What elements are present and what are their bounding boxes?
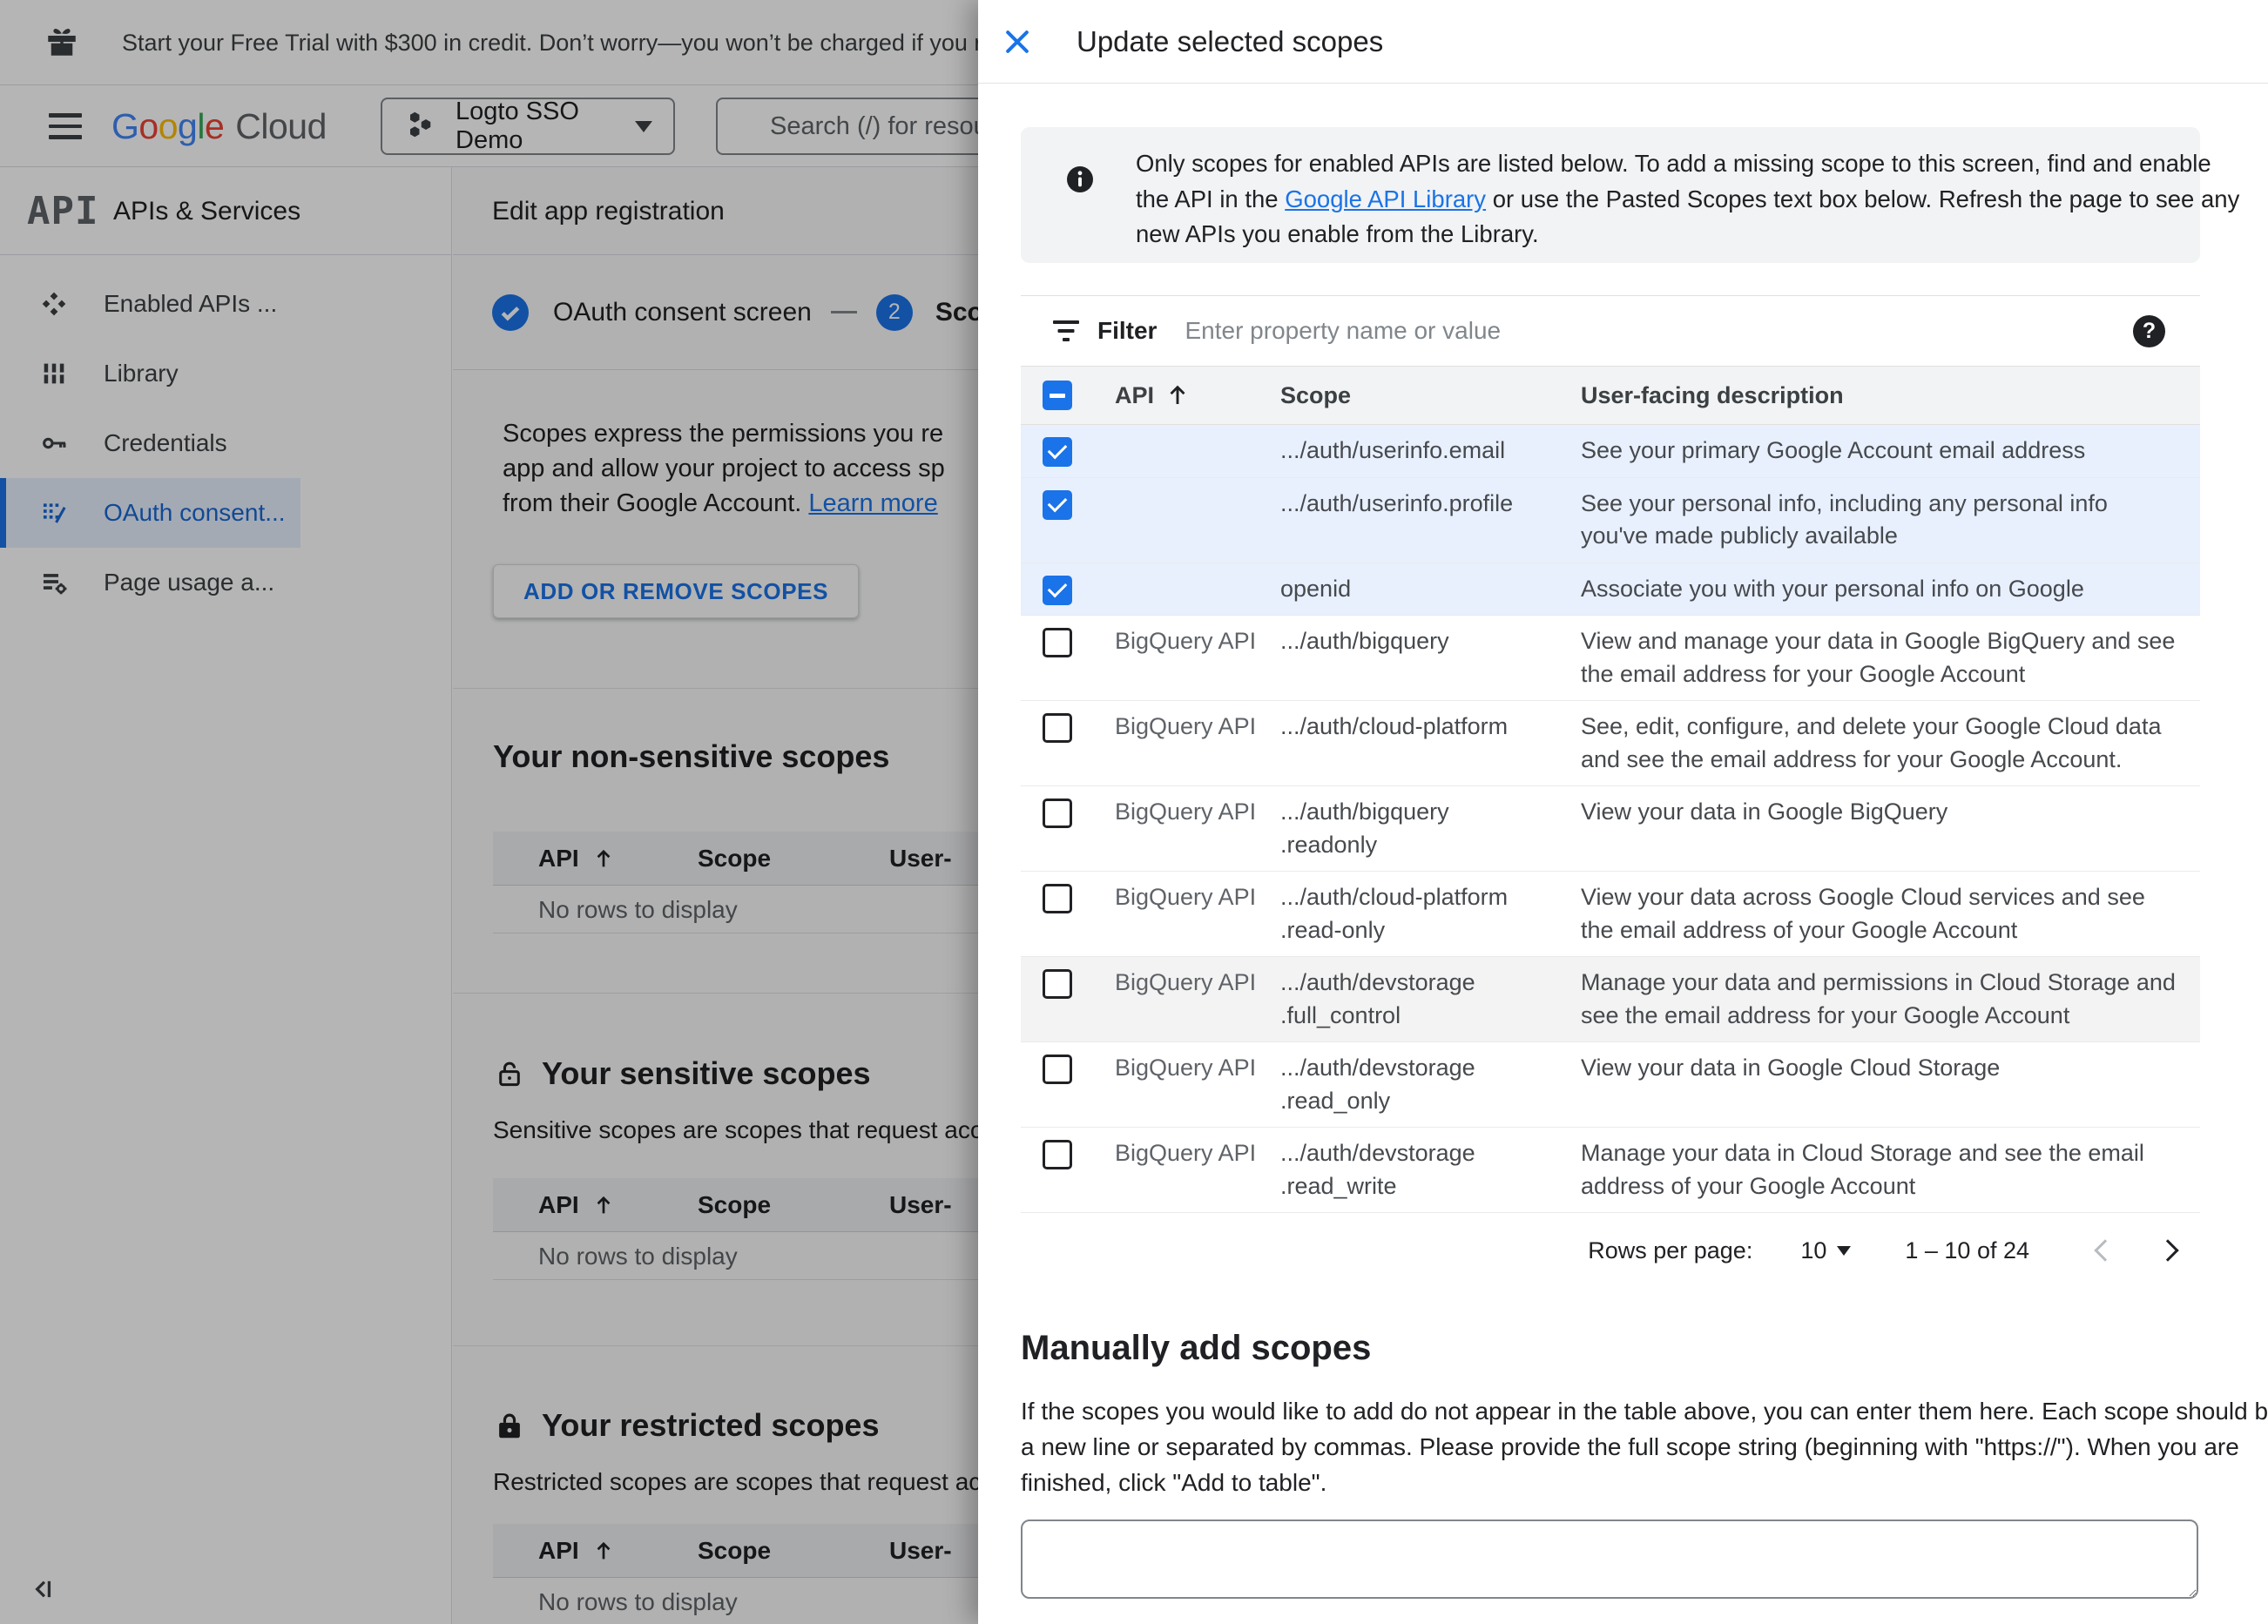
next-page-icon[interactable] <box>2150 1231 2188 1270</box>
scope-table-row: BigQuery API .../auth/cloud-platform .read… <box>1021 872 2200 957</box>
scope-row-scope: .../auth/bigquery <box>1280 628 1449 654</box>
scope-row-checkbox[interactable] <box>1043 489 1072 520</box>
scope-row-checkbox[interactable] <box>1043 628 1072 657</box>
info-banner: Only scopes for enabled APIs are listed … <box>1021 127 2239 263</box>
scope-row-api: BigQuery API <box>1115 1140 1257 1166</box>
scope-row-description: View your data in Google Cloud Storage <box>1581 1055 2001 1081</box>
scope-table-row: BigQuery API .../auth/devstorage .full_con… <box>1021 957 2200 1042</box>
scope-row-api: BigQuery API <box>1115 713 1257 739</box>
scope-row-description: Associate you with your personal info on… <box>1581 575 2084 602</box>
column-scope: Scope <box>1280 381 1352 408</box>
scope-row-checkbox[interactable] <box>1043 575 1072 605</box>
scope-row-scope: .../auth/cloud-platform .read-only <box>1280 884 1509 943</box>
scope-table-row: BigQuery API .../auth/bigquery View and ma… <box>1021 616 2200 701</box>
scope-row-description: View and manage your data in Google BigQ… <box>1581 628 2176 687</box>
scope-row-api: BigQuery API <box>1115 799 1257 825</box>
scope-row-scope: .../auth/cloud-platform <box>1280 713 1509 739</box>
panel-header: Update selected scopes <box>978 0 2268 84</box>
scope-table-row: .../auth/userinfo.profile See your person… <box>1021 477 2200 563</box>
scopes-table: API Scope User-facing description .../au… <box>1021 366 2200 1213</box>
manually-add-scopes-heading: Manually add scopes <box>1021 1329 1372 1367</box>
scope-row-api <box>1115 488 1280 553</box>
scope-row-description: Manage your data in Cloud Storage and se… <box>1581 1140 2144 1199</box>
scope-row-api: BigQuery API <box>1115 1055 1257 1081</box>
scope-row-description: View your data in Google BigQuery <box>1581 799 1948 825</box>
pagination: Rows per page: 10 1 – 10 of 24 <box>1021 1216 2200 1285</box>
scopes-table-header: API Scope User-facing description <box>1021 366 2200 425</box>
previous-page-icon[interactable] <box>2083 1231 2122 1270</box>
scope-table-row: BigQuery API .../auth/cloud-platform See, … <box>1021 701 2200 786</box>
scope-row-api: BigQuery API <box>1115 969 1257 995</box>
scope-row-checkbox[interactable] <box>1043 799 1072 828</box>
panel-title: Update selected scopes <box>1077 25 1384 57</box>
scope-row-checkbox[interactable] <box>1043 437 1072 467</box>
dropdown-arrow-icon <box>1837 1245 1852 1256</box>
scope-row-checkbox[interactable] <box>1043 969 1072 999</box>
scope-row-scope: .../auth/bigquery .readonly <box>1280 799 1449 858</box>
column-user-facing-description: User-facing description <box>1581 381 1844 408</box>
scope-table-row: openid Associate you with your personal i… <box>1021 563 2200 616</box>
google-api-library-link[interactable]: Google API Library <box>1285 185 1486 212</box>
filter-bar: Filter <box>1021 295 2200 366</box>
pagination-range: 1 – 10 of 24 <box>1905 1237 2029 1263</box>
manual-scopes-textarea[interactable] <box>1021 1520 2198 1599</box>
scope-row-description: See, edit, configure, and delete your Go… <box>1581 713 2162 772</box>
select-all-checkbox[interactable] <box>1043 381 1072 410</box>
scopes-table-body: .../auth/userinfo.email See your primary … <box>1021 425 2200 1213</box>
filter-input[interactable] <box>1185 317 2133 345</box>
rows-per-page-label: Rows per page: <box>1588 1237 1753 1263</box>
help-icon[interactable] <box>2133 314 2165 347</box>
scope-row-api: BigQuery API <box>1115 628 1257 654</box>
scope-row-api <box>1115 435 1280 468</box>
scope-table-row: BigQuery API .../auth/bigquery .readonly Vi… <box>1021 786 2200 872</box>
filter-label: Filter <box>1097 317 1158 344</box>
scope-row-scope: .../auth/devstorage .read_write <box>1280 1140 1475 1199</box>
scope-table-row: .../auth/userinfo.email See your primary … <box>1021 425 2200 478</box>
scope-row-description: View your data across Google Cloud servi… <box>1581 884 2145 943</box>
modal-overlay[interactable] <box>0 0 978 1624</box>
scope-row-checkbox[interactable] <box>1043 1140 1072 1169</box>
scope-row-description: Manage your data and permissions in Clou… <box>1581 969 2176 1028</box>
scope-row-api: BigQuery API <box>1115 884 1257 910</box>
scope-row-scope: .../auth/userinfo.email <box>1280 437 1506 463</box>
filter-icon <box>1052 320 1080 342</box>
scope-row-scope: .../auth/devstorage .read_only <box>1280 1055 1475 1114</box>
info-text: Only scopes for enabled APIs are listed … <box>1136 150 2240 247</box>
info-icon <box>1064 164 1096 195</box>
scope-row-checkbox[interactable] <box>1043 713 1072 743</box>
rows-per-page-select[interactable]: 10 <box>1800 1237 1852 1264</box>
column-api-sort[interactable]: API <box>1115 382 1280 409</box>
scope-table-row: BigQuery API .../auth/devstorage .read_onl… <box>1021 1042 2200 1128</box>
manually-add-scopes-description: If the scopes you would like to add do n… <box>1021 1398 2268 1496</box>
scope-table-row: BigQuery API .../auth/devstorage .read_wri… <box>1021 1128 2200 1213</box>
sort-arrow-up-icon <box>1170 385 1185 404</box>
scope-row-checkbox[interactable] <box>1043 884 1072 913</box>
close-icon[interactable] <box>1000 24 1035 59</box>
scope-row-scope: .../auth/userinfo.profile <box>1280 489 1514 516</box>
scope-row-description: See your personal info, including any pe… <box>1581 489 2108 549</box>
scope-row-api <box>1115 573 1280 606</box>
scope-row-scope: openid <box>1280 575 1352 602</box>
update-scopes-panel: Update selected scopes Only scopes for e… <box>978 0 2268 1624</box>
scope-row-scope: .../auth/devstorage .full_control <box>1280 969 1475 1028</box>
scope-row-checkbox[interactable] <box>1043 1055 1072 1084</box>
scope-row-description: See your primary Google Account email ad… <box>1581 437 2086 463</box>
